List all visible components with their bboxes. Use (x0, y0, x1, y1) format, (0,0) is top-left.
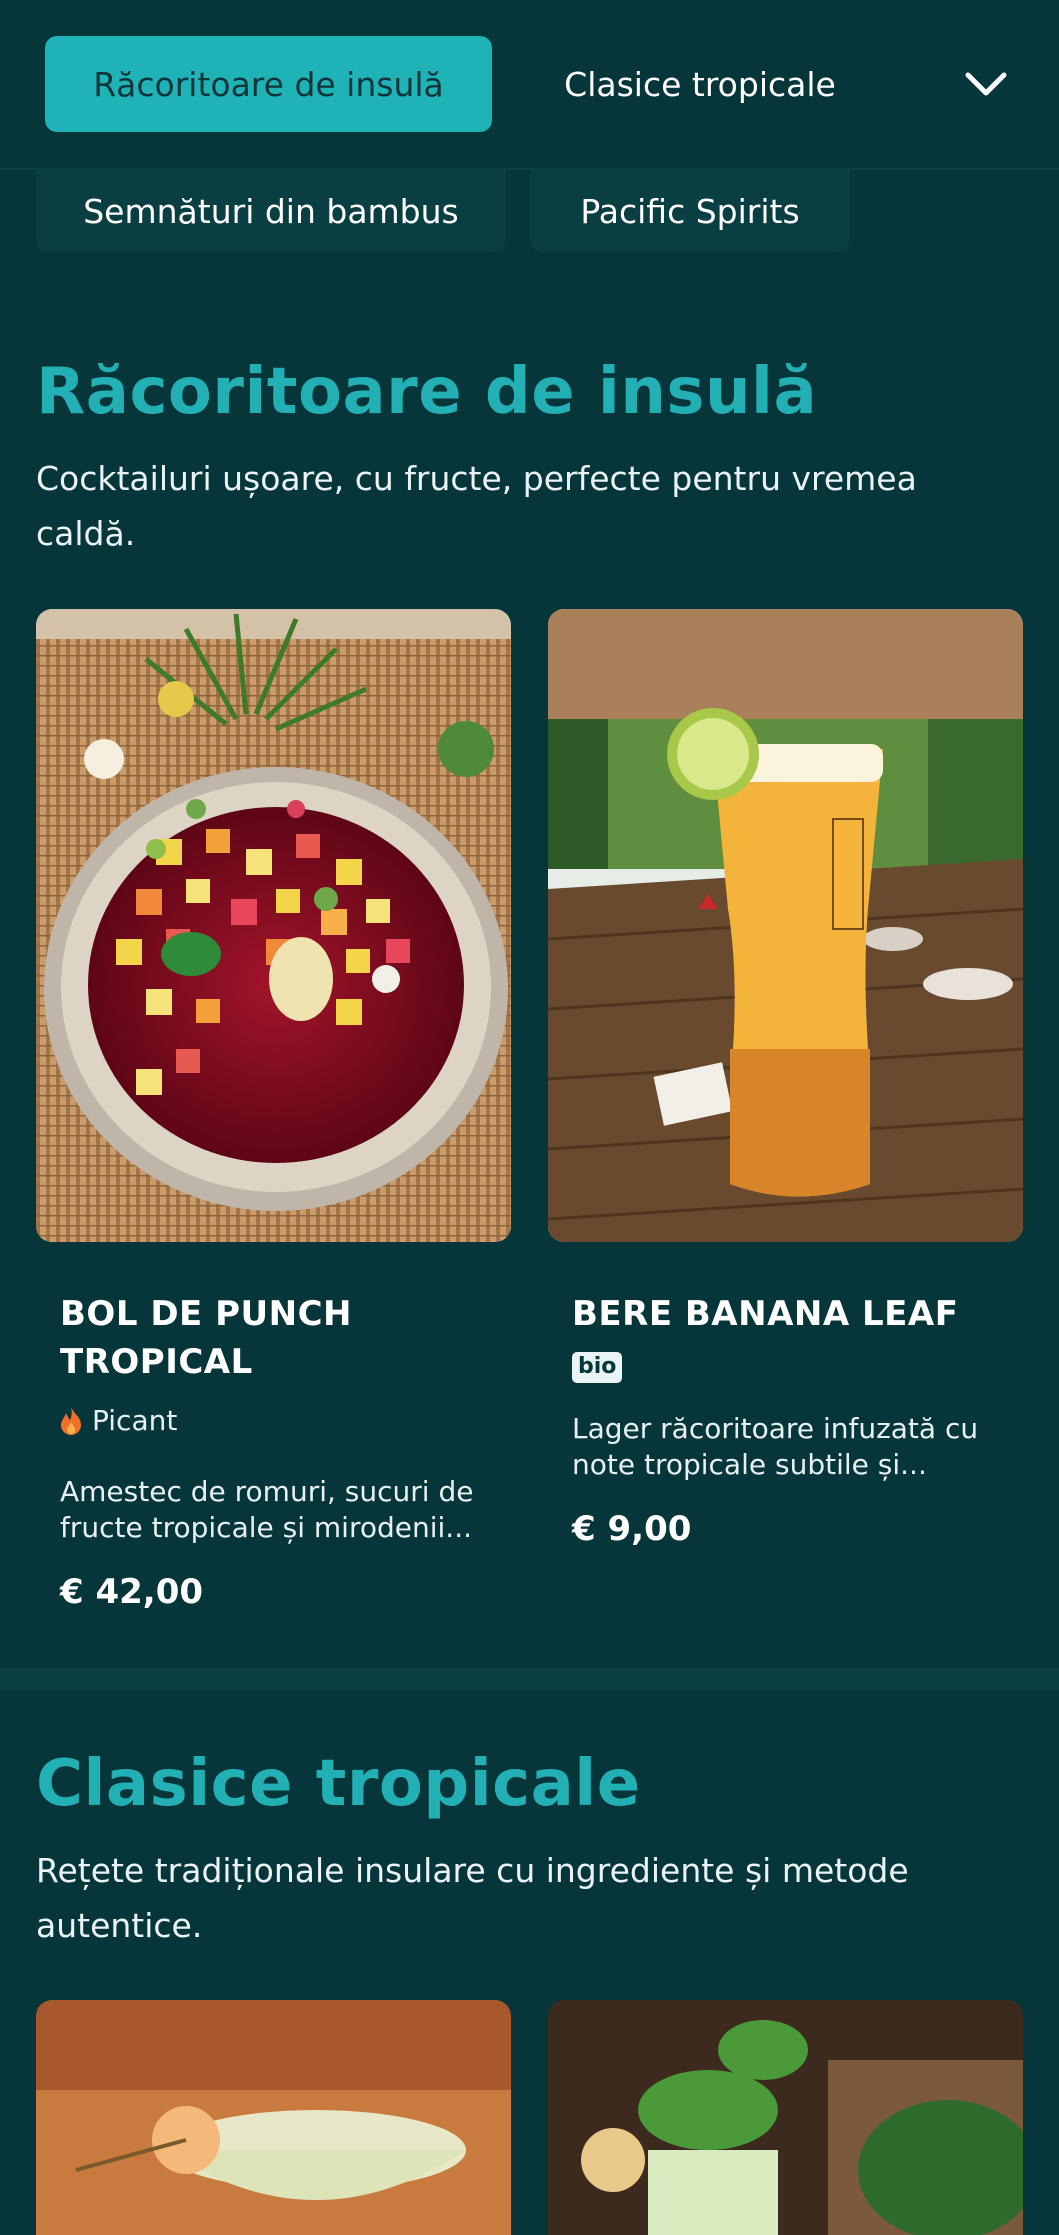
section-description: Cocktailuri ușoare, cu fructe, perfecte … (36, 459, 917, 553)
tab-island-refreshers[interactable]: Răcoritoare de insulă (45, 36, 492, 132)
tab-bamboo-signatures[interactable]: Semnături din bambus (36, 170, 506, 252)
product-image-banana-leaf-beer[interactable] (548, 609, 1023, 1242)
tab-label: Pacific Spirits (580, 191, 800, 231)
category-nav: Răcoritoare de insulă Clasice tropicale (0, 0, 1059, 170)
mojito-image (548, 2000, 1023, 2235)
product-name[interactable]: BOL DE PUNCH TROPICAL (60, 1290, 500, 1386)
section-title: Răcoritoare de insulă (36, 355, 818, 429)
product-image-lychee-martini[interactable] (36, 2000, 511, 2235)
product-price: € 9,00 (572, 1509, 692, 1549)
product-image-tropical-punch[interactable] (36, 609, 511, 1242)
beer-glass-image (548, 609, 1023, 1242)
tab-pacific-spirits[interactable]: Pacific Spirits (530, 170, 850, 252)
section-description: Rețete tradiționale insulare cu ingredie… (36, 1851, 909, 1945)
category-nav-row-2: Semnături din bambus Pacific Spirits (0, 170, 1059, 252)
section-divider (0, 1668, 1059, 1690)
punch-bowl-image (36, 609, 511, 1242)
spicy-tag: Picant (60, 1404, 177, 1437)
flame-icon (61, 1406, 81, 1435)
tab-label: Clasice tropicale (564, 64, 836, 104)
bio-badge: bio (572, 1352, 623, 1383)
spicy-tag-label: Picant (92, 1404, 178, 1437)
product-description: Amestec de romuri, sucuri de fructe trop… (60, 1475, 474, 1544)
product-description: Lager răcoritoare infuzată cu note tropi… (572, 1412, 979, 1481)
expand-categories-button[interactable] (956, 56, 1016, 112)
tab-label: Semnături din bambus (83, 191, 459, 231)
tab-tropical-classics[interactable]: Clasice tropicale (510, 36, 890, 132)
product-image-mojito[interactable] (548, 2000, 1023, 2235)
product-name[interactable]: BERE BANANA LEAF (572, 1290, 1012, 1338)
martini-image (36, 2000, 511, 2235)
product-price: € 42,00 (60, 1572, 204, 1612)
chevron-down-icon (965, 72, 1007, 96)
section-title: Clasice tropicale (36, 1747, 641, 1821)
tab-label: Răcoritoare de insulă (93, 64, 444, 104)
